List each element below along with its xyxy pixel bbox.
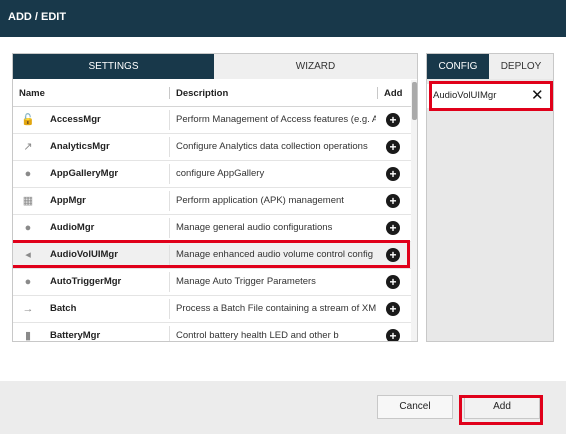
row-name: BatteryMgr <box>50 330 101 341</box>
left-tabs: SETTINGS WIZARD <box>13 54 417 79</box>
tab-config[interactable]: CONFIG <box>427 54 489 79</box>
row-description: Perform Management of Access features (e… <box>176 114 376 125</box>
add-icon[interactable]: + <box>386 329 400 341</box>
add-highlight-box <box>459 395 543 425</box>
add-icon[interactable]: + <box>386 302 400 316</box>
settings-list: 🔓 AccessMgr Perform Management of Access… <box>13 107 411 342</box>
tab-wizard[interactable]: WIZARD <box>214 54 417 79</box>
chart-icon: ↗ <box>23 141 33 153</box>
grid-icon: ▦ <box>22 195 34 207</box>
tab-settings[interactable]: SETTINGS <box>13 54 214 79</box>
table-row-selected[interactable]: ◂ AudioVolUIMgr Manage enhanced audio vo… <box>13 240 411 269</box>
row-name: AccessMgr <box>50 114 101 125</box>
row-description: Process a Batch File containing a stream… <box>176 303 376 314</box>
add-icon[interactable]: + <box>386 140 400 154</box>
window-title: ADD / EDIT <box>8 11 67 23</box>
audio-badge-icon: ● <box>24 222 32 234</box>
row-description: Perform application (APK) management <box>176 195 344 206</box>
table-header: Name Description Add <box>13 80 411 107</box>
cancel-button[interactable]: Cancel <box>377 395 453 419</box>
header-description[interactable]: Description <box>176 88 228 99</box>
config-highlight-box <box>429 81 553 111</box>
tab-deploy[interactable]: DEPLOY <box>489 54 553 79</box>
header-name[interactable]: Name <box>19 88 45 99</box>
table-row[interactable]: ● AppGalleryMgr configure AppGallery + <box>13 161 411 188</box>
row-name: AppMgr <box>50 195 86 206</box>
row-highlight-box <box>13 240 410 268</box>
scrollbar-thumb[interactable] <box>412 82 417 120</box>
table-row[interactable]: ▦ AppMgr Perform application (APK) manag… <box>13 188 411 215</box>
table-row[interactable]: ↗ AnalyticsMgr Configure Analytics data … <box>13 134 411 161</box>
table-row[interactable]: 🔓 AccessMgr Perform Management of Access… <box>13 107 411 134</box>
row-name: AutoTriggerMgr <box>50 276 122 287</box>
row-description: configure AppGallery <box>176 168 265 179</box>
row-description: Configure Analytics data collection oper… <box>176 141 368 152</box>
row-name: AppGalleryMgr <box>50 168 119 179</box>
add-icon[interactable]: + <box>386 113 400 127</box>
app-gallery-icon: ● <box>24 168 32 180</box>
table-row[interactable]: ▮ BatteryMgr Control battery health LED … <box>13 323 411 342</box>
battery-icon: ▮ <box>24 330 32 342</box>
table-row[interactable]: ● AutoTriggerMgr Manage Auto Trigger Par… <box>13 269 411 296</box>
title-bar: ADD / EDIT <box>0 0 566 37</box>
row-description: Manage general audio configurations <box>176 222 333 233</box>
right-tabs: CONFIG DEPLOY <box>427 54 553 79</box>
settings-panel: SETTINGS WIZARD Name Description Add 🔓 A… <box>12 53 418 342</box>
lock-icon: 🔓 <box>21 114 35 126</box>
header-separator <box>169 87 170 99</box>
add-icon[interactable]: + <box>386 194 400 208</box>
add-icon[interactable]: + <box>386 167 400 181</box>
add-icon[interactable]: + <box>386 275 400 289</box>
row-name: AudioMgr <box>50 222 95 233</box>
table-row[interactable]: → Batch Process a Batch File containing … <box>13 296 411 323</box>
row-name: Batch <box>50 303 77 314</box>
trigger-badge-icon: ● <box>24 276 32 288</box>
row-description: Manage Auto Trigger Parameters <box>176 276 316 287</box>
header-separator <box>377 87 378 99</box>
row-description: Control battery health LED and other b <box>176 330 339 341</box>
list-scrollbar[interactable] <box>411 80 417 341</box>
add-icon[interactable]: + <box>386 221 400 235</box>
header-add: Add <box>384 88 403 99</box>
table-row[interactable]: ● AudioMgr Manage general audio configur… <box>13 215 411 242</box>
row-name: AnalyticsMgr <box>50 141 110 152</box>
batch-icon: → <box>22 303 34 315</box>
